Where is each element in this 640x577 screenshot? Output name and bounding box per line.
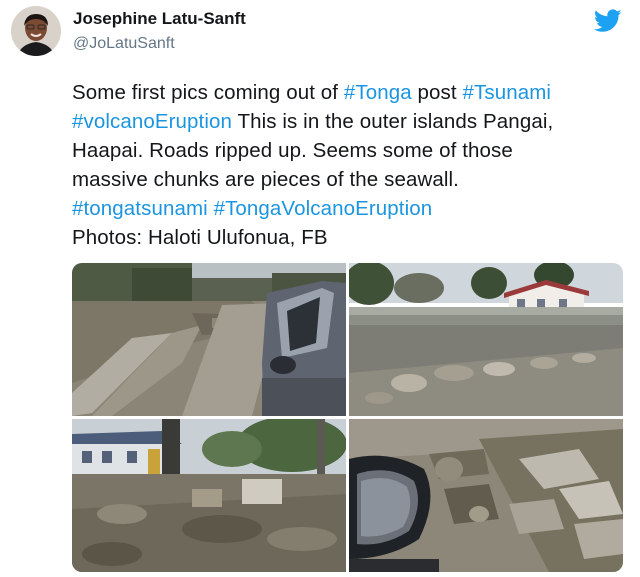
tweet-text-segment: Photos: Haloti Ulufonua, FB (72, 226, 328, 249)
photo-damaged-road-with-car[interactable] (72, 263, 346, 416)
tweet-text-line: #tongatsunami #TongaVolcanoEruption (72, 194, 632, 223)
avatar-portrait-icon (11, 6, 61, 56)
tweet-text-segment: post (411, 81, 463, 104)
photo-rocks-beside-car-mirror[interactable] (349, 419, 623, 572)
tweet-text-line: Haapai. Roads ripped up. Seems some of t… (72, 136, 632, 165)
author-avatar[interactable] (11, 6, 61, 56)
twitter-bird-icon[interactable] (593, 9, 622, 33)
tweet-text-line: Some first pics coming out of #Tonga pos… (72, 78, 632, 107)
tweet-media-grid[interactable] (72, 263, 623, 572)
tweet-card: Josephine Latu-Sanft @JoLatuSanft Some f… (0, 0, 640, 577)
hashtag-link[interactable]: #Tsunami (463, 81, 552, 104)
tweet-text-segment: Haapai. Roads ripped up. Seems some of t… (72, 139, 513, 162)
author-handle[interactable]: @JoLatuSanft (73, 35, 175, 53)
photo-debris-in-village[interactable] (72, 419, 346, 572)
tweet-text-segment: Some first pics coming out of (72, 81, 344, 104)
author-name[interactable]: Josephine Latu-Sanft (73, 9, 246, 29)
hashtag-link[interactable]: #volcanoEruption (72, 110, 232, 133)
tweet-text: Some first pics coming out of #Tonga pos… (72, 78, 632, 252)
hashtag-link[interactable]: #tongatsunami (72, 197, 208, 220)
tweet-text-segment: This is in the outer islands Pangai, (232, 110, 554, 133)
tweet-text-segment: massive chunks are pieces of the seawall… (72, 168, 459, 191)
photo-broken-seawall-and-house[interactable] (349, 263, 623, 416)
hashtag-link[interactable]: #Tonga (344, 81, 412, 104)
tweet-text-line: massive chunks are pieces of the seawall… (72, 165, 632, 194)
tweet-text-line: #volcanoEruption This is in the outer is… (72, 107, 632, 136)
hashtag-link[interactable]: #TongaVolcanoEruption (214, 197, 433, 220)
tweet-text-line: Photos: Haloti Ulufonua, FB (72, 223, 632, 252)
